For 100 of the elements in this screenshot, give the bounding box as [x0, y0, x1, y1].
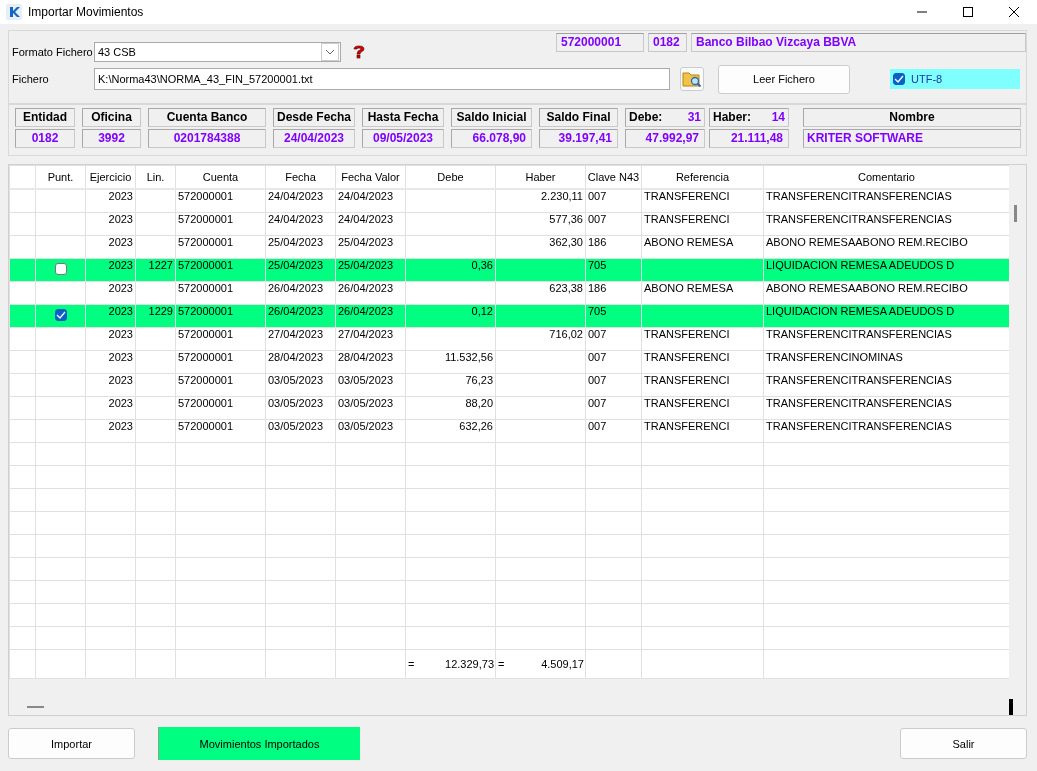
table-cell: 03/05/2023 [265, 373, 336, 397]
table-cell: ABONO REMESA [641, 281, 764, 305]
summary-label: Nombre [889, 109, 935, 126]
table-cell: LIQUIDACION REMESA ADEUDOS D [763, 258, 1010, 282]
equals-sign: = [408, 657, 416, 671]
table-cell: 623,38 [495, 281, 586, 305]
table-cell: TRANSFERENCI [641, 396, 764, 420]
column-header[interactable]: Haber [495, 165, 586, 189]
table-cell: TRANSFERENCI [641, 350, 764, 374]
summary-value: 66.078,90 [451, 129, 532, 148]
bank-name-field: Banco Bilbao Vizcaya BBVA [691, 33, 1026, 52]
table-cell: 27/04/2023 [265, 327, 336, 351]
table-cell: 26/04/2023 [335, 281, 406, 305]
table-cell: 2023 [85, 212, 136, 236]
table-cell: ABONO REMESAABONO REM.RECIBO [763, 235, 1010, 259]
table-cell: 572000001 [175, 281, 266, 305]
table-cell: 572000001 [175, 235, 266, 259]
total-value: 12.329,73 [444, 657, 494, 671]
table-cell: TRANSFERENCITRANSFERENCIAS [763, 373, 1010, 397]
exit-button[interactable]: Salir [900, 728, 1027, 759]
table-cell: TRANSFERENCITRANSFERENCIAS [763, 419, 1010, 443]
summary-value: 21.111,48 [709, 129, 789, 148]
column-header[interactable]: Debe [405, 165, 496, 189]
table-cell: 03/05/2023 [265, 396, 336, 420]
summary-label: Desde Fecha [276, 109, 351, 126]
table-cell: 26/04/2023 [265, 281, 336, 305]
equals-sign: = [498, 657, 506, 671]
summary-count: 31 [687, 109, 701, 126]
checkmark-icon [55, 311, 66, 319]
table-cell: 2023 [85, 235, 136, 259]
read-file-button[interactable]: Leer Fichero [718, 64, 850, 94]
checkbox[interactable] [54, 263, 67, 275]
table-cell: 572000001 [175, 350, 266, 374]
summary-value: 09/05/2023 [362, 129, 444, 148]
table-cell: 362,30 [495, 235, 586, 259]
table-cell: 27/04/2023 [335, 327, 406, 351]
bank-code-field: 0182 [648, 33, 687, 52]
table-cell: 2023 [85, 419, 136, 443]
summary-label: Entidad [23, 109, 67, 126]
table-cell: 572000001 [175, 419, 266, 443]
scrollbar-thumb[interactable] [1014, 205, 1017, 222]
table-cell: 2023 [85, 373, 136, 397]
table-cell: 28/04/2023 [335, 350, 406, 374]
table-cell: TRANSFERENCI [641, 419, 764, 443]
table-cell: TRANSFERENCI [641, 327, 764, 351]
table-cell: 572000001 [175, 212, 266, 236]
column-header[interactable]: Ejercicio [85, 165, 136, 189]
column-header[interactable]: Fecha Valor [335, 165, 406, 189]
summary-label: Cuenta Banco [166, 109, 248, 126]
table-cell: TRANSFERENCI [641, 373, 764, 397]
table-cell: 007 [585, 189, 642, 213]
summary-label: Haber: [713, 109, 751, 126]
table-cell: 88,20 [405, 396, 496, 420]
table-cell: 28/04/2023 [265, 350, 336, 374]
checkmark-icon [894, 75, 904, 83]
import-button[interactable]: Importar [8, 728, 135, 759]
help-icon[interactable] [351, 45, 367, 59]
checkbox[interactable] [54, 309, 67, 321]
file-label: Fichero [12, 73, 50, 85]
table-cell: TRANSFERENCITRANSFERENCIAS [763, 396, 1010, 420]
table-cell: 03/05/2023 [265, 419, 336, 443]
summary-value: 0182 [15, 129, 75, 148]
format-dropdown[interactable]: 43 CSB [94, 42, 341, 62]
column-header[interactable]: Clave N43 [585, 165, 642, 189]
utf8-checkbox[interactable]: UTF-8 [890, 69, 1020, 89]
summary-label: Debe: [629, 109, 663, 126]
summary-value: 0201784388 [148, 129, 266, 148]
window-title: Importar Movimientos [28, 5, 144, 19]
table-cell: TRANSFERENCI [641, 212, 764, 236]
table-cell: 2023 [85, 189, 136, 213]
column-header[interactable]: Punt. [35, 165, 86, 189]
summary-value: 47.992,97 [625, 129, 705, 148]
table-cell: TRANSFERENCINOMINAS [763, 350, 1010, 374]
table-cell: 632,26 [405, 419, 496, 443]
summary-label: Saldo Inicial [456, 109, 527, 126]
table-cell: 007 [585, 396, 642, 420]
total-value: 4.509,17 [540, 657, 584, 671]
table-cell: ABONO REMESAABONO REM.RECIBO [763, 281, 1010, 305]
close-icon [1008, 6, 1020, 18]
folder-search-icon[interactable] [680, 67, 704, 91]
summary-label: Saldo Final [546, 109, 611, 126]
table-cell: ABONO REMESA [641, 235, 764, 259]
app-logo-icon [6, 4, 22, 20]
table-cell: 24/04/2023 [335, 212, 406, 236]
scrollbar-thumb[interactable] [27, 706, 44, 708]
column-header[interactable]: Lin. [135, 165, 176, 189]
table-cell: 572000001 [175, 189, 266, 213]
table-cell: TRANSFERENCITRANSFERENCIAS [763, 189, 1010, 213]
column-header[interactable]: Referencia [641, 165, 764, 189]
table-cell: TRANSFERENCITRANSFERENCIAS [763, 212, 1010, 236]
column-header[interactable]: Fecha [265, 165, 336, 189]
column-header[interactable]: Cuenta [175, 165, 266, 189]
table-cell: 03/05/2023 [335, 373, 406, 397]
file-path-field[interactable]: K:\Norma43\NORMA_43_FIN_57200001.txt [94, 68, 670, 90]
summary-label: Oficina [91, 109, 132, 126]
table-cell: 007 [585, 350, 642, 374]
table-cell: 572000001 [175, 396, 266, 420]
scrollbar-marker [1009, 698, 1013, 715]
column-header[interactable]: Comentario [763, 165, 1010, 189]
imported-status-label: Movimientos Importados [158, 727, 360, 760]
